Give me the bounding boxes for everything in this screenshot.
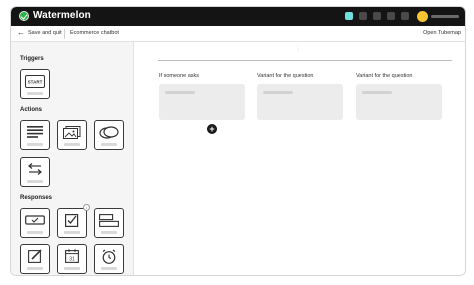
user-name-placeholder[interactable] [431, 15, 459, 18]
text-action-tile[interactable] [20, 120, 50, 150]
calendar-day: 31 [69, 256, 75, 262]
app-window: Watermelon ← Save and quit Ecommerce cha… [10, 6, 466, 276]
nav-icon-1[interactable] [359, 12, 367, 20]
tile-label-placeholder [27, 143, 43, 146]
swap-arrows-icon [21, 161, 48, 177]
toolbar-divider [64, 29, 65, 39]
avatar[interactable] [417, 11, 428, 22]
actions-heading: Actions [20, 107, 43, 113]
variant-card[interactable] [257, 84, 343, 120]
info-badge-icon[interactable]: i [83, 204, 90, 211]
form-response-tile[interactable] [20, 244, 50, 274]
nav-icon-3[interactable] [387, 12, 395, 20]
tile-label-placeholder [64, 231, 80, 234]
date-response-tile[interactable]: 31 [57, 244, 87, 274]
checkbox-response-tile[interactable] [57, 208, 87, 238]
edit-icon [21, 248, 48, 264]
anchor-line [158, 60, 452, 61]
editor-toolbar: ← Save and quit Ecommerce chatbot Open T… [11, 26, 465, 42]
card-text-placeholder [263, 91, 293, 94]
add-step-button[interactable]: + [207, 124, 217, 134]
timer-response-tile[interactable] [94, 244, 124, 274]
text-lines-icon [21, 124, 48, 140]
flow-canvas[interactable]: ⋮ If someone asks Variant for the questi… [135, 42, 465, 275]
tile-label-placeholder [27, 92, 43, 95]
variant-card[interactable] [356, 84, 442, 120]
breadcrumb: Ecommerce chatbot [70, 30, 119, 36]
tile-label-placeholder [101, 143, 117, 146]
components-sidebar: Triggers START Actions Responses i 31 [11, 42, 134, 275]
open-tubemap-button[interactable]: Open Tubemap [423, 30, 461, 36]
overlap-cards-icon [95, 124, 122, 140]
save-and-quit-button[interactable]: Save and quit [28, 30, 62, 36]
handover-action-tile[interactable] [20, 157, 50, 187]
tile-label-placeholder [27, 180, 43, 183]
column-title: Variant for the question [257, 73, 314, 79]
card-text-placeholder [362, 91, 392, 94]
card-text-placeholder [165, 91, 195, 94]
anchor-handle-icon[interactable]: ⋮ [295, 46, 301, 58]
calendar-icon: 31 [58, 248, 85, 264]
triggers-heading: Triggers [20, 56, 44, 62]
app-title: Watermelon [33, 10, 91, 21]
title-bar: Watermelon [11, 7, 465, 26]
checkbox-icon [58, 212, 85, 228]
question-card[interactable] [159, 84, 245, 120]
responses-heading: Responses [20, 195, 53, 201]
start-label: START [27, 79, 42, 84]
tile-label-placeholder [27, 267, 43, 270]
start-trigger-tile[interactable]: START [20, 69, 50, 99]
watermelon-logo-icon [19, 11, 29, 21]
back-arrow-icon[interactable]: ← [17, 28, 25, 37]
image-action-tile[interactable] [57, 120, 87, 150]
nav-icon-2[interactable] [373, 12, 381, 20]
clock-icon [95, 248, 122, 264]
tile-label-placeholder [64, 267, 80, 270]
button-icon [21, 212, 48, 228]
start-icon: START [21, 73, 48, 89]
tile-label-placeholder [101, 231, 117, 234]
nav-icon-4[interactable] [401, 12, 409, 20]
tile-label-placeholder [64, 143, 80, 146]
image-icon [58, 124, 85, 140]
quick-replies-response-tile[interactable] [94, 208, 124, 238]
button-response-tile[interactable] [20, 208, 50, 238]
column-title: If someone asks [159, 73, 200, 79]
tile-label-placeholder [27, 231, 43, 234]
chat-icon[interactable] [345, 12, 353, 20]
stacked-buttons-icon [95, 212, 122, 228]
tile-label-placeholder [101, 267, 117, 270]
column-title: Variant for the question [356, 73, 413, 79]
carousel-action-tile[interactable] [94, 120, 124, 150]
